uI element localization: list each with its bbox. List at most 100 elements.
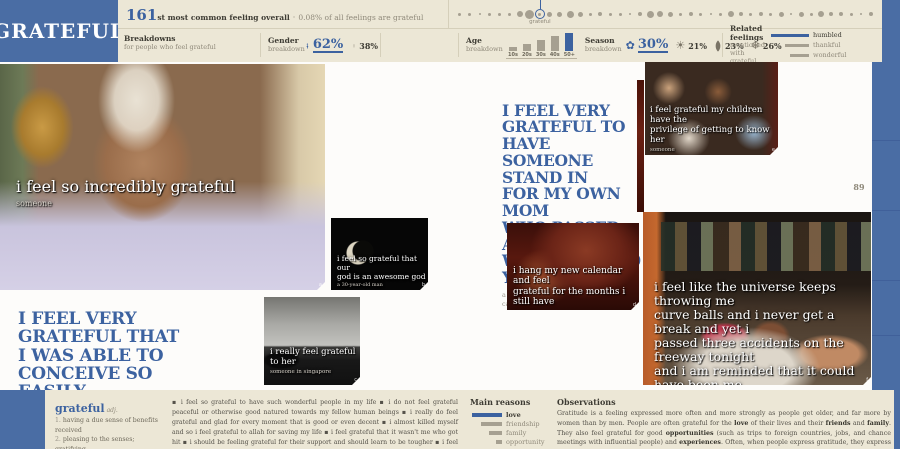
dot [759, 12, 763, 16]
corner-fold [863, 377, 871, 385]
photo-moon[interactable]: i feel so grateful that our god is an aw… [331, 218, 428, 290]
female-icon [306, 37, 309, 55]
timeline-dot[interactable] [676, 0, 685, 28]
timeline-dot[interactable] [827, 0, 836, 28]
related-feeling-thankful: thankful [769, 42, 846, 50]
age-sublabel: breakdown [466, 46, 502, 54]
caption-text: i really feel grateful to her [270, 347, 356, 367]
timeline-dot[interactable] [485, 0, 494, 28]
feeling-title-block: GRATEFUL [0, 0, 118, 62]
summer-percentage: 21% [688, 42, 707, 50]
timeline-dot[interactable] [817, 0, 826, 28]
rank-row: 161st most common feeling overall·0.08% … [118, 0, 885, 29]
sidebar-tab[interactable] [882, 0, 900, 62]
timeline-dot[interactable] [706, 0, 715, 28]
selected-pointer-line [540, 0, 541, 9]
observations-title: Observations [557, 397, 891, 407]
timeline-dot[interactable] [606, 0, 615, 28]
timeline-dot[interactable] [475, 0, 484, 28]
dot [790, 13, 792, 15]
bar [537, 40, 545, 51]
timeline-dot[interactable] [576, 0, 585, 28]
photo-closet[interactable]: i feel like the universe keeps throwing … [643, 212, 871, 385]
timeline-dot[interactable] [777, 0, 786, 28]
definition-list: 1.having a due sense of benefits receive… [55, 416, 167, 449]
timeline-dot[interactable] [797, 0, 806, 28]
timeline-dot[interactable] [586, 0, 595, 28]
caption-attribution: a 30-year-old man [337, 283, 428, 289]
caption-attribution: someone [16, 199, 235, 208]
page-number: 89 [853, 182, 864, 192]
timeline-dot[interactable] [596, 0, 605, 28]
timeline-dot[interactable] [555, 0, 564, 28]
timeline-dot[interactable] [847, 0, 856, 28]
timeline-dot[interactable] [455, 0, 464, 28]
main-reasons: Main reasons lovefriendshipfamilyopportu… [470, 397, 552, 446]
timeline-dot[interactable] [505, 0, 514, 28]
timeline-dot[interactable] [545, 0, 554, 28]
page-number-bubble[interactable]: 89 [846, 174, 872, 200]
photo-sea[interactable]: i really feel grateful to her someone in… [264, 297, 360, 385]
caption-text: i feel grateful my children have the pri… [650, 105, 770, 145]
bar [771, 34, 809, 37]
caption-text: i feel so incredibly grateful [16, 177, 235, 196]
timeline-dot[interactable] [787, 0, 796, 28]
timeline-dot[interactable] [766, 0, 775, 28]
timeline-dot-selected[interactable]: grateful [535, 0, 544, 28]
dot [598, 12, 602, 16]
sidebar-tab[interactable] [872, 62, 900, 390]
sample-feelings-list: ▪ i feel so grateful to have such wonder… [172, 398, 458, 449]
definition-pos: adj. [107, 407, 118, 414]
selected-ring [535, 9, 545, 19]
timeline-dot[interactable] [716, 0, 725, 28]
dot [657, 11, 663, 17]
timeline-dot[interactable] [696, 0, 705, 28]
rank-statement: 161st most common feeling overall·0.08% … [126, 5, 423, 24]
tab-divider [872, 280, 900, 281]
timeline-dot[interactable] [626, 0, 635, 28]
breakdowns-row: Breakdowns for people who feel grateful … [118, 29, 885, 62]
corner-fold [631, 302, 639, 310]
caption-text: i feel like the universe keeps throwing … [654, 279, 862, 385]
related-title: Related feelings [730, 25, 765, 42]
dot [850, 13, 853, 16]
timeline-dot[interactable] [495, 0, 504, 28]
photo-caption: i feel like the universe keeps throwing … [654, 266, 871, 385]
timeline-dot[interactable] [646, 0, 655, 28]
timeline-dot[interactable] [666, 0, 675, 28]
timeline-dot[interactable] [566, 0, 575, 28]
tab-divider [872, 335, 900, 336]
rank-number: 161 [126, 6, 157, 24]
divider [260, 33, 261, 57]
timeline-dot[interactable] [837, 0, 846, 28]
age-bar-50+: 50+ [564, 33, 575, 58]
footer-sidebar-sliver [894, 390, 900, 449]
timeline-dot[interactable] [515, 0, 524, 28]
flower-icon: ✿ [626, 40, 635, 51]
photo-elderly-woman[interactable]: i feel so incredibly grateful someone a [0, 64, 325, 290]
bar [790, 54, 809, 57]
dot [609, 13, 612, 16]
timeline-dot[interactable] [867, 0, 876, 28]
timeline-dot[interactable] [686, 0, 695, 28]
photo-calendar[interactable]: i hang my new calendar and feel grateful… [507, 223, 639, 310]
timeline-dot[interactable] [857, 0, 866, 28]
reason-label: opportunity [506, 438, 545, 446]
male-percentage: 38% [359, 42, 378, 50]
dot [647, 11, 654, 18]
age-bar-30s: 30s [536, 40, 546, 58]
corner-fold [352, 377, 360, 385]
timeline-dot[interactable] [616, 0, 625, 28]
male-icon [353, 40, 355, 52]
timeline-dot[interactable] [807, 0, 816, 28]
photo-family[interactable]: i feel grateful my children have the pri… [645, 62, 778, 155]
timeline-dot[interactable] [636, 0, 645, 28]
dot [829, 12, 833, 16]
season-sublabel: breakdown [585, 46, 622, 54]
dot [567, 11, 574, 18]
timeline-dot[interactable] [465, 0, 474, 28]
definition-item: 2.pleasing to the senses; gratifying [55, 435, 167, 449]
timeline-dot[interactable] [656, 0, 665, 28]
age-bar-label: 10s [508, 52, 518, 58]
stats-header: 161st most common feeling overall·0.08% … [118, 0, 885, 62]
